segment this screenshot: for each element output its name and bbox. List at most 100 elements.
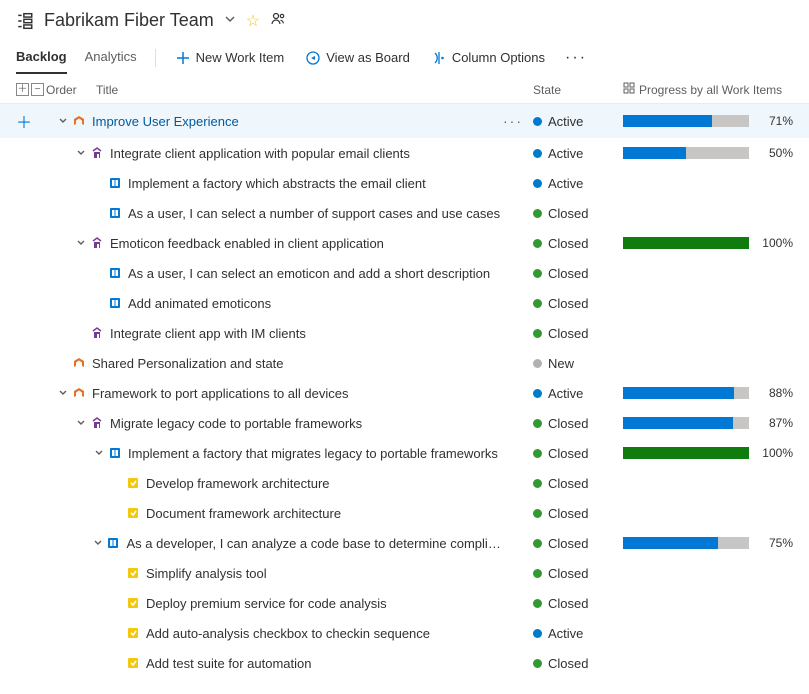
backlog-row[interactable]: Add animated emoticons···Closed <box>0 288 809 318</box>
expand-caret[interactable] <box>94 448 106 458</box>
team-name[interactable]: Fabrikam Fiber Team <box>44 10 214 31</box>
favorite-star-icon[interactable]: ☆ <box>246 11 260 31</box>
backlog-row[interactable]: As a user, I can select a number of supp… <box>0 198 809 228</box>
title-cell: Deploy premium service for code analysis <box>58 596 503 611</box>
work-item-title[interactable]: Emoticon feedback enabled in client appl… <box>110 236 384 251</box>
state-dot-icon <box>533 479 542 488</box>
feature-icon <box>90 416 104 430</box>
tab-analytics[interactable]: Analytics <box>85 41 137 74</box>
backlog-row[interactable]: As a user, I can select an emoticon and … <box>0 258 809 288</box>
state-label: Closed <box>548 656 588 671</box>
work-item-title[interactable]: Add animated emoticons <box>128 296 271 311</box>
progress-cell: 50% <box>623 146 793 160</box>
backlog-row[interactable]: Emoticon feedback enabled in client appl… <box>0 228 809 258</box>
state-cell: Closed <box>533 656 623 671</box>
epic-icon <box>72 114 86 128</box>
backlog-row[interactable]: Implement a factory that migrates legacy… <box>0 438 809 468</box>
column-state[interactable]: State <box>533 83 623 97</box>
work-item-title[interactable]: Framework to port applications to all de… <box>92 386 349 401</box>
work-item-title[interactable]: Add test suite for automation <box>146 656 311 671</box>
backlog-row[interactable]: Framework to port applications to all de… <box>0 378 809 408</box>
epic-icon <box>72 356 86 370</box>
work-item-title[interactable]: Implement a factory which abstracts the … <box>128 176 426 191</box>
backlog-row[interactable]: Simplify analysis tool···Closed <box>0 558 809 588</box>
progress-percent: 71% <box>757 114 793 128</box>
state-label: Closed <box>548 206 588 221</box>
title-cell: Develop framework architecture <box>58 476 503 491</box>
work-item-title[interactable]: Implement a factory that migrates legacy… <box>128 446 498 461</box>
team-members-icon[interactable] <box>270 11 286 30</box>
progress-cell: 75% <box>623 536 793 550</box>
state-label: Closed <box>548 506 588 521</box>
work-item-title[interactable]: Shared Personalization and state <box>92 356 284 371</box>
work-item-title[interactable]: Improve User Experience <box>92 114 239 129</box>
backlog-row[interactable]: Add auto-analysis checkbox to checkin se… <box>0 618 809 648</box>
backlog-row[interactable]: Shared Personalization and state···New <box>0 348 809 378</box>
work-item-title[interactable]: Integrate client application with popula… <box>110 146 410 161</box>
progress-bar <box>623 237 749 249</box>
state-label: Active <box>548 626 583 641</box>
expand-all-button[interactable]: ＋ <box>16 83 29 96</box>
work-item-title[interactable]: As a user, I can select an emoticon and … <box>128 266 490 281</box>
expand-caret[interactable] <box>93 538 105 548</box>
expand-caret[interactable] <box>76 148 88 158</box>
state-cell: Active <box>533 386 623 401</box>
state-dot-icon <box>533 599 542 608</box>
new-work-item-button[interactable]: New Work Item <box>174 46 287 69</box>
column-options-button[interactable]: Column Options <box>430 46 547 69</box>
epic-icon <box>72 386 86 400</box>
progress-percent: 100% <box>757 236 793 250</box>
backlog-row[interactable]: Document framework architecture···Closed <box>0 498 809 528</box>
expand-caret[interactable] <box>58 388 70 398</box>
backlog-row[interactable]: ＋ Improve User Experience ··· Active 71% <box>0 104 809 138</box>
title-cell: Implement a factory which abstracts the … <box>58 176 503 191</box>
backlog-row[interactable]: Add test suite for automation···Closed <box>0 648 809 678</box>
progress-percent: 88% <box>757 386 793 400</box>
view-as-board-button[interactable]: View as Board <box>304 46 412 69</box>
progress-bar <box>623 387 749 399</box>
backlog-row[interactable]: Develop framework architecture···Closed <box>0 468 809 498</box>
state-dot-icon <box>533 209 542 218</box>
state-label: Closed <box>548 266 588 281</box>
backlog-row[interactable]: Deploy premium service for code analysis… <box>0 588 809 618</box>
backlog-row[interactable]: Implement a factory which abstracts the … <box>0 168 809 198</box>
work-item-title[interactable]: As a user, I can select a number of supp… <box>128 206 500 221</box>
expand-caret[interactable] <box>76 418 88 428</box>
work-item-title[interactable]: As a developer, I can analyze a code bas… <box>126 536 503 551</box>
backlog-row[interactable]: As a developer, I can analyze a code bas… <box>0 528 809 558</box>
chevron-down-icon[interactable] <box>224 13 236 28</box>
backlog-row[interactable]: Migrate legacy code to portable framewor… <box>0 408 809 438</box>
state-cell: Closed <box>533 566 623 581</box>
add-child-button[interactable]: ＋ <box>16 109 32 133</box>
collapse-all-button[interactable]: − <box>31 83 44 96</box>
title-cell: Migrate legacy code to portable framewor… <box>58 416 503 431</box>
state-cell: Closed <box>533 596 623 611</box>
work-item-title[interactable]: Develop framework architecture <box>146 476 330 491</box>
backlog-row[interactable]: Integrate client app with IM clients···C… <box>0 318 809 348</box>
work-item-title[interactable]: Deploy premium service for code analysis <box>146 596 387 611</box>
state-dot-icon <box>533 449 542 458</box>
row-more-actions[interactable]: ··· <box>503 113 523 129</box>
state-label: Active <box>548 386 583 401</box>
title-cell: Implement a factory that migrates legacy… <box>58 446 503 461</box>
expand-caret[interactable] <box>76 238 88 248</box>
state-cell: Closed <box>533 506 623 521</box>
title-cell: Document framework architecture <box>58 506 503 521</box>
backlog-row[interactable]: Integrate client application with popula… <box>0 138 809 168</box>
column-order[interactable]: Order <box>46 83 96 97</box>
expand-caret[interactable] <box>58 116 70 126</box>
story-icon <box>108 266 122 280</box>
work-item-title[interactable]: Add auto-analysis checkbox to checkin se… <box>146 626 430 641</box>
state-cell: Closed <box>533 266 623 281</box>
more-actions-button[interactable]: ··· <box>565 49 587 67</box>
work-item-title[interactable]: Document framework architecture <box>146 506 341 521</box>
work-item-title[interactable]: Integrate client app with IM clients <box>110 326 306 341</box>
state-label: Closed <box>548 446 588 461</box>
work-item-title[interactable]: Simplify analysis tool <box>146 566 267 581</box>
state-label: Active <box>548 114 583 129</box>
column-title[interactable]: Title <box>96 83 533 97</box>
tab-backlog[interactable]: Backlog <box>16 41 67 74</box>
task-icon <box>126 596 140 610</box>
work-item-title[interactable]: Migrate legacy code to portable framewor… <box>110 416 362 431</box>
column-progress[interactable]: Progress by all Work Items <box>623 82 793 97</box>
